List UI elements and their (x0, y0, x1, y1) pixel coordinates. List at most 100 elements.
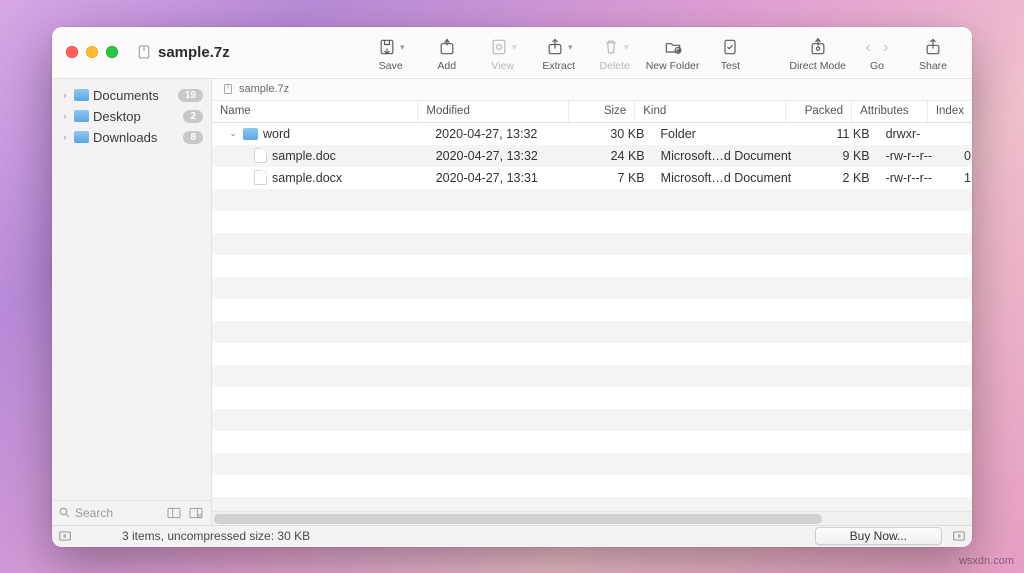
table-row[interactable]: ⌄word2020-04-27, 13:3230 KBFolder11 KBdr… (212, 123, 972, 145)
disclosure-icon[interactable]: › (60, 111, 70, 121)
row-name: sample.docx (272, 171, 342, 185)
direct-button[interactable]: Direct Mode (789, 36, 846, 72)
sidebar: › Documents 19 › Desktop 2 › Downloads 8 Search (52, 79, 212, 525)
row-size: 24 KB (584, 149, 653, 163)
add-label: Add (437, 60, 456, 72)
sidebar-item-documents[interactable]: › Documents 19 (56, 85, 207, 106)
sidebar-item-label: Downloads (93, 130, 157, 145)
sidebar-item-downloads[interactable]: › Downloads 8 (56, 127, 207, 148)
status-bar: 3 items, uncompressed size: 30 KB Buy No… (52, 525, 972, 547)
column-header-index[interactable]: Index (928, 101, 972, 122)
row-packed: 11 KB (809, 127, 878, 141)
toolbar: ▾SaveAdd▾View▾Extract▾DeleteNew FolderTe… (366, 32, 958, 72)
column-header-kind[interactable]: Kind (635, 101, 785, 122)
table-row-empty (212, 365, 972, 387)
disclosure-icon[interactable]: ⌄ (228, 128, 238, 139)
row-modified: 2020-04-27, 13:32 (428, 149, 584, 163)
share-button[interactable]: Share (908, 36, 958, 72)
view-label: View (491, 60, 514, 72)
horizontal-scrollbar[interactable] (212, 511, 972, 525)
save-label: Save (379, 60, 403, 72)
table-row-empty (212, 277, 972, 299)
watermark: wsxdn.com (959, 555, 1014, 567)
collapse-right-icon[interactable] (952, 529, 966, 543)
direct-label: Direct Mode (789, 60, 846, 72)
go-button[interactable]: ‹›Go (852, 36, 902, 72)
table-row-empty (212, 453, 972, 475)
view-button: ▾View (478, 36, 528, 72)
column-header-modified[interactable]: Modified (418, 101, 568, 122)
table-row-empty (212, 233, 972, 255)
main-panel: sample.7z Name Modified Size Kind Packed… (212, 79, 972, 525)
test-label: Test (721, 60, 740, 72)
delete-button: ▾ Delete (590, 36, 640, 72)
table-row[interactable]: sample.doc2020-04-27, 13:3224 KBMicrosof… (212, 145, 972, 167)
row-attributes: drwxr- (878, 127, 956, 141)
table-row-empty (212, 343, 972, 365)
save-button[interactable]: ▾ Save (366, 36, 416, 72)
row-index: 0 (956, 149, 972, 163)
titlebar: sample.7z ▾SaveAdd▾View▾Extract▾DeleteNe… (52, 27, 972, 79)
row-size: 7 KB (584, 171, 653, 185)
table-row-empty (212, 497, 972, 511)
path-bar[interactable]: sample.7z (212, 79, 972, 101)
sidebar-item-label: Desktop (93, 109, 141, 124)
folder-icon (74, 110, 89, 122)
close-window-button[interactable] (66, 46, 78, 58)
row-modified: 2020-04-27, 13:32 (427, 127, 583, 141)
search-placeholder: Search (75, 506, 113, 520)
scrollbar-thumb[interactable] (214, 514, 822, 524)
column-header-size[interactable]: Size (569, 101, 635, 122)
sidebar-footer: Search (52, 500, 211, 525)
window-body: › Documents 19 › Desktop 2 › Downloads 8 Search (52, 79, 972, 525)
newfolder-button[interactable]: New Folder (646, 36, 700, 72)
forward-icon[interactable]: › (883, 39, 888, 57)
window-controls (66, 46, 118, 58)
sidebar-item-label: Documents (93, 88, 159, 103)
back-icon[interactable]: ‹ (866, 39, 871, 57)
column-header-name[interactable]: Name (212, 101, 418, 122)
minimize-window-button[interactable] (86, 46, 98, 58)
share-label: Share (919, 60, 947, 72)
row-attributes: -rw-r--r-- (878, 171, 956, 185)
disclosure-icon[interactable]: › (60, 132, 70, 142)
count-badge: 2 (183, 110, 203, 123)
newfolder-label: New Folder (646, 60, 700, 72)
chevron-down-icon[interactable]: ▾ (568, 42, 573, 53)
zoom-window-button[interactable] (106, 46, 118, 58)
row-modified: 2020-04-27, 13:31 (428, 171, 584, 185)
table-row-empty (212, 321, 972, 343)
add-button[interactable]: Add (422, 36, 472, 72)
file-icon (254, 170, 267, 185)
sidebar-toggle-left-icon[interactable] (165, 505, 183, 521)
status-text: 3 items, uncompressed size: 30 KB (82, 529, 805, 543)
file-list[interactable]: ⌄word2020-04-27, 13:3230 KBFolder11 KBdr… (212, 123, 972, 511)
delete-label: Delete (600, 60, 630, 72)
table-row-empty (212, 299, 972, 321)
row-packed: 9 KB (809, 149, 878, 163)
disclosure-icon[interactable]: › (60, 90, 70, 100)
extract-button[interactable]: ▾Extract (534, 36, 584, 72)
window-title: sample.7z (136, 44, 230, 61)
table-header: Name Modified Size Kind Packed Attribute… (212, 101, 972, 123)
archive-icon (222, 82, 234, 96)
column-header-packed[interactable]: Packed (786, 101, 852, 122)
sidebar-toggle-right-icon[interactable] (187, 505, 205, 521)
table-row-empty (212, 475, 972, 497)
collapse-left-icon[interactable] (58, 529, 72, 543)
chevron-down-icon[interactable]: ▾ (400, 42, 405, 53)
row-name: sample.doc (272, 149, 336, 163)
chevron-down-icon: ▾ (624, 42, 629, 53)
column-header-attributes[interactable]: Attributes (852, 101, 928, 122)
row-kind: Folder (652, 127, 808, 141)
buy-now-button[interactable]: Buy Now... (815, 527, 942, 545)
count-badge: 8 (183, 131, 203, 144)
table-row[interactable]: sample.docx2020-04-27, 13:317 KBMicrosof… (212, 167, 972, 189)
test-button[interactable]: Test (705, 36, 755, 72)
sidebar-item-desktop[interactable]: › Desktop 2 (56, 106, 207, 127)
search-input[interactable]: Search (58, 506, 161, 520)
table-row-empty (212, 387, 972, 409)
app-window: sample.7z ▾SaveAdd▾View▾Extract▾DeleteNe… (52, 27, 972, 547)
table-row-empty (212, 189, 972, 211)
count-badge: 19 (178, 89, 203, 102)
